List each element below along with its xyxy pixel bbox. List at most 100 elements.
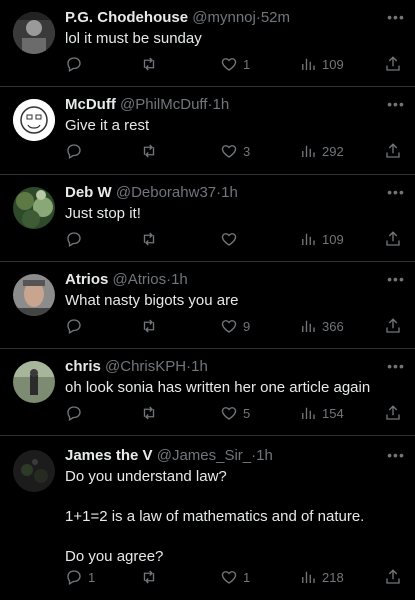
like-count: 3 bbox=[243, 143, 251, 159]
share-icon bbox=[386, 56, 400, 71]
display-name[interactable]: McDuff bbox=[65, 96, 116, 113]
retweet-icon bbox=[143, 406, 155, 420]
views-button[interactable]: 154 bbox=[299, 403, 344, 423]
like-button[interactable]: 5 bbox=[220, 403, 250, 423]
avatar[interactable] bbox=[13, 274, 55, 316]
share-button[interactable] bbox=[384, 229, 402, 249]
reply-button[interactable] bbox=[65, 403, 88, 423]
views-icon bbox=[302, 320, 315, 332]
retweet-icon bbox=[143, 144, 155, 158]
share-button[interactable] bbox=[384, 316, 402, 336]
more-options-icon[interactable]: ••• bbox=[387, 10, 405, 26]
avatar[interactable] bbox=[13, 187, 55, 229]
retweet-icon bbox=[143, 319, 155, 333]
views-button[interactable]: 109 bbox=[299, 229, 344, 249]
more-options-icon[interactable]: ••• bbox=[387, 185, 405, 201]
display-name[interactable]: P.G. Chodehouse bbox=[65, 9, 188, 26]
retweet-button[interactable] bbox=[140, 403, 158, 423]
views-button[interactable]: 109 bbox=[299, 54, 344, 74]
share-icon bbox=[386, 231, 400, 246]
handle[interactable]: @Deborahw37 bbox=[116, 184, 216, 201]
timestamp[interactable]: 1h bbox=[171, 271, 188, 288]
heart-icon bbox=[221, 320, 237, 333]
avatar[interactable] bbox=[13, 450, 55, 492]
views-button[interactable]: 292 bbox=[299, 141, 344, 161]
like-button[interactable]: 1 bbox=[220, 567, 250, 587]
tweet-header: James the V @James_Sir_·1h bbox=[65, 447, 387, 467]
tweet-header: chris @ChrisKPH·1h bbox=[65, 358, 387, 378]
share-button[interactable] bbox=[384, 141, 402, 161]
retweet-button[interactable] bbox=[140, 229, 158, 249]
retweet-button[interactable] bbox=[140, 316, 158, 336]
tweet-header: P.G. Chodehouse @mynnoj·52m bbox=[65, 9, 387, 29]
avatar[interactable] bbox=[13, 99, 55, 141]
timestamp[interactable]: 1h bbox=[212, 96, 229, 113]
share-icon bbox=[386, 569, 400, 584]
display-name[interactable]: Deb W bbox=[65, 184, 112, 201]
more-options-icon[interactable]: ••• bbox=[387, 272, 405, 288]
reply-button[interactable]: 1 bbox=[65, 567, 95, 587]
display-name[interactable]: James the V bbox=[65, 447, 153, 464]
view-count: 292 bbox=[322, 143, 344, 159]
view-count: 109 bbox=[322, 56, 344, 72]
tweet-text: Just stop it! bbox=[65, 205, 141, 222]
handle[interactable]: @ChrisKPH bbox=[105, 358, 186, 375]
tweet[interactable]: P.G. Chodehouse @mynnoj·52m ••• lol it m… bbox=[0, 0, 415, 86]
retweet-icon bbox=[143, 57, 155, 71]
more-options-icon[interactable]: ••• bbox=[387, 359, 405, 375]
more-options-icon[interactable]: ••• bbox=[387, 97, 405, 113]
tweet[interactable]: chris @ChrisKPH·1h ••• oh look sonia has… bbox=[0, 349, 415, 435]
timestamp[interactable]: 1h bbox=[256, 447, 273, 464]
retweet-button[interactable] bbox=[140, 54, 158, 74]
timestamp[interactable]: 1h bbox=[221, 184, 238, 201]
handle[interactable]: @mynnoj bbox=[192, 9, 256, 26]
views-icon bbox=[302, 233, 315, 245]
reply-button[interactable] bbox=[65, 229, 88, 249]
like-count: 9 bbox=[243, 318, 251, 334]
reply-icon bbox=[67, 144, 81, 159]
share-icon bbox=[386, 143, 400, 158]
tweet[interactable]: Atrios @Atrios·1h ••• What nasty bigots … bbox=[0, 262, 415, 348]
view-count: 109 bbox=[322, 231, 344, 247]
share-button[interactable] bbox=[384, 54, 402, 74]
reply-button[interactable] bbox=[65, 54, 88, 74]
handle[interactable]: @James_Sir_ bbox=[157, 447, 251, 464]
reply-icon bbox=[67, 319, 81, 334]
tweet-text: lol it must be sunday bbox=[65, 30, 202, 47]
like-button[interactable] bbox=[220, 229, 243, 249]
views-button[interactable]: 366 bbox=[299, 316, 344, 336]
tweet[interactable]: James the V @James_Sir_·1h ••• Do you un… bbox=[0, 436, 415, 600]
tweet-header: McDuff @PhilMcDuff·1h bbox=[65, 96, 387, 116]
tweet-text: What nasty bigots you are bbox=[65, 292, 239, 309]
display-name[interactable]: chris bbox=[65, 358, 101, 375]
avatar[interactable] bbox=[13, 12, 55, 54]
retweet-button[interactable] bbox=[140, 567, 158, 587]
tweet[interactable]: McDuff @PhilMcDuff·1h ••• Give it a rest… bbox=[0, 87, 415, 174]
retweet-icon bbox=[143, 570, 155, 584]
tweet-header: Atrios @Atrios·1h bbox=[65, 271, 387, 291]
retweet-button[interactable] bbox=[140, 141, 158, 161]
like-button[interactable]: 3 bbox=[220, 141, 250, 161]
more-options-icon[interactable]: ••• bbox=[387, 448, 405, 464]
handle[interactable]: @PhilMcDuff bbox=[120, 96, 207, 113]
like-button[interactable]: 9 bbox=[220, 316, 250, 336]
tweet[interactable]: Deb W @Deborahw37·1h ••• Just stop it! 1… bbox=[0, 175, 415, 261]
like-count: 5 bbox=[243, 405, 251, 421]
timestamp[interactable]: 1h bbox=[191, 358, 208, 375]
reply-icon bbox=[67, 232, 81, 247]
share-button[interactable] bbox=[384, 567, 402, 587]
reply-button[interactable] bbox=[65, 316, 88, 336]
timestamp[interactable]: 52m bbox=[261, 9, 290, 26]
tweet-header: Deb W @Deborahw37·1h bbox=[65, 184, 387, 204]
avatar[interactable] bbox=[13, 361, 55, 403]
views-button[interactable]: 218 bbox=[299, 567, 344, 587]
reply-icon bbox=[67, 406, 81, 421]
views-icon bbox=[302, 407, 315, 419]
handle[interactable]: @Atrios bbox=[113, 271, 167, 288]
like-button[interactable]: 1 bbox=[220, 54, 250, 74]
like-count: 1 bbox=[243, 56, 251, 72]
reply-button[interactable] bbox=[65, 141, 88, 161]
display-name[interactable]: Atrios bbox=[65, 271, 108, 288]
reply-count: 1 bbox=[88, 569, 96, 585]
share-button[interactable] bbox=[384, 403, 402, 423]
